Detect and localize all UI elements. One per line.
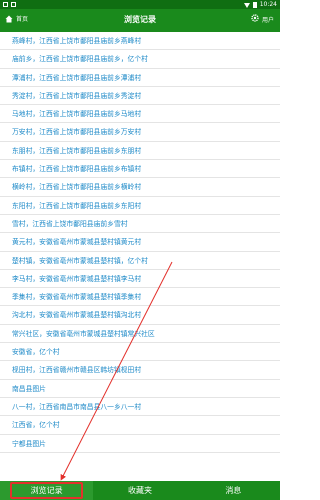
tab-favorites[interactable]: 收藏夹 [93,481,186,500]
history-item[interactable]: 南昌县图片 [0,380,280,398]
battery-icon [252,2,257,8]
history-item[interactable]: 李马村，安徽省亳州市蒙城县楚村镇李马村 [0,270,280,289]
history-item[interactable]: 燕峰村，江西省上饶市鄱阳县庙前乡燕峰村 [0,32,280,51]
history-item[interactable]: 楚村镇，安徽省亳州市蒙城县楚村镇，亿个村 [0,252,280,270]
status-time: 10:24 [259,1,277,8]
history-item[interactable]: 雪村，江西省上饶市鄱阳县庙前乡雪村 [0,215,280,234]
history-item[interactable]: 东阳村，江西省上饶市鄱阳县庙前乡东阳村 [0,197,280,215]
gear-icon [251,14,259,24]
history-item[interactable]: 东朋村，江西省上饶市鄱阳县庙前乡东朋村 [0,142,280,161]
notification-icon [3,2,8,7]
history-list: 燕峰村，江西省上饶市鄱阳县庙前乡燕峰村 庙前乡，江西省上饶市鄱阳县庙前乡，亿个村… [0,32,280,481]
history-item[interactable]: 秀淀村，江西省上饶市鄱阳县庙前乡秀淀村 [0,87,280,106]
status-icons-right: 10:24 [243,0,277,9]
user-label: 用户 [261,16,274,24]
tab-history[interactable]: 浏览记录 [0,481,94,500]
notification-icon [11,2,16,7]
bottom-tab-bar: 浏览记录 收藏夹 消息 [0,481,280,500]
status-icons-left [3,0,16,7]
user-button[interactable]: 用户 [251,14,274,24]
history-item[interactable]: 江西省，亿个村 [0,416,280,435]
history-item[interactable]: 黄元村，安徽省亳州市蒙城县楚村镇黄元村 [0,233,280,252]
history-item[interactable]: 安徽省，亿个村 [0,343,280,362]
history-item[interactable]: 季集村，安徽省亳州市蒙城县楚村镇季集村 [0,288,280,307]
tab-messages[interactable]: 消息 [187,481,280,500]
status-bar: 10:24 [0,0,280,9]
history-item[interactable]: 庙前乡，江西省上饶市鄱阳县庙前乡，亿个村 [0,50,280,69]
history-item[interactable]: 常兴社区，安徽省亳州市蒙城县楚村镇常兴社区 [0,325,280,344]
history-item[interactable]: 八一村，江西省南昌市南昌县八一乡八一村 [0,398,280,417]
history-item[interactable]: 马地村，江西省上饶市鄱阳县庙前乡马地村 [0,105,280,124]
history-item[interactable]: 沟北村，安徽省亳州市蒙城县楚村镇沟北村 [0,306,280,325]
history-item[interactable]: 潭浦村，江西省上饶市鄱阳县庙前乡潭浦村 [0,69,280,87]
wifi-icon [243,3,250,8]
history-item[interactable]: 横岭村，江西省上饶市鄱阳县庙前乡横岭村 [0,178,280,197]
history-item[interactable]: 枧田村，江西省赣州市赣县区韩坊镇枧田村 [0,361,280,380]
app-header: 首页 浏览记录 用户 [0,9,280,32]
history-item[interactable]: 宁都县图片 [0,435,280,453]
history-item[interactable]: 万安村，江西省上饶市鄱阳县庙前乡万安村 [0,123,280,142]
page-title: 浏览记录 [124,15,156,24]
history-item[interactable]: 布镇村，江西省上饶市鄱阳县庙前乡布镇村 [0,160,280,179]
